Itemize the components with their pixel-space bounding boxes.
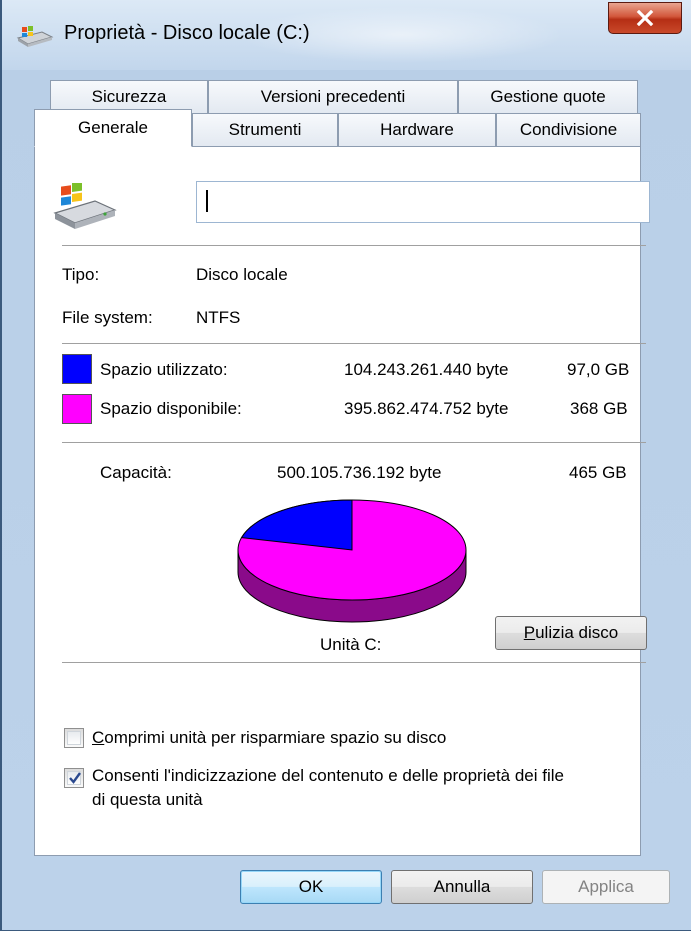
cancel-button[interactable]: Annulla [391,870,533,904]
drive-name-input[interactable] [196,181,650,223]
button-label: OK [298,877,324,896]
capacity-label: Capacità: [100,463,172,482]
apply-button[interactable]: Applica [542,870,670,904]
tab-label: Hardware [380,120,454,139]
free-space-size: 368 GB [570,399,628,418]
tab-label: Strumenti [228,120,302,139]
used-space-size: 97,0 GB [567,360,630,379]
text-caret [206,190,208,212]
tab-strumenti[interactable]: Strumenti [192,113,338,146]
divider [62,442,646,443]
disk-cleanup-button[interactable]: Pulizia disco [495,616,647,650]
tab-label: Gestione quote [490,87,606,106]
divider [62,662,646,663]
free-space-swatch [62,394,92,424]
capacity-size: 465 GB [569,463,627,482]
index-label-line2[interactable]: di questa unità [92,790,203,810]
drive-icon [16,26,54,47]
checkbox-box [67,771,81,785]
used-space-label: Spazio utilizzato: [100,360,228,379]
index-checkbox[interactable] [64,768,84,788]
compress-label[interactable]: Comprimi unità per risparmiare spazio su… [92,728,446,748]
drive-letter-label: Unità C: [320,635,382,654]
drive-icon [53,183,117,229]
tab-generale[interactable]: Generale [34,109,192,147]
tab-label: Condivisione [519,120,618,139]
used-space-swatch [62,354,92,384]
tab-hardware[interactable]: Hardware [338,113,496,146]
tab-label: Sicurezza [91,87,167,106]
free-space-bytes: 395.862.474.752 byte [344,399,509,418]
title-bar[interactable]: Proprietà - Disco locale (C:) [2,0,691,70]
used-space-bytes: 104.243.261.440 byte [344,360,509,379]
tab-versioni-precedenti[interactable]: Versioni precedenti [208,80,458,113]
file-system-label: File system: [62,308,153,327]
checkmark-icon [69,772,81,784]
index-label-line1[interactable]: Consenti l'indicizzazione del contenuto … [92,766,564,786]
button-label: Annulla [433,877,491,896]
free-space-label: Spazio disponibile: [100,399,242,418]
compress-checkbox[interactable] [64,728,84,748]
disk-usage-pie-chart [237,499,467,623]
checkbox-box [67,731,81,745]
button-label: Applica [578,877,634,896]
tab-gestione-quote[interactable]: Gestione quote [458,80,638,113]
type-label: Tipo: [62,265,100,284]
tab-label: Versioni precedenti [260,87,406,106]
type-value: Disco locale [196,265,288,284]
properties-window: Proprietà - Disco locale (C:) Sicurezza … [0,0,691,931]
close-button[interactable] [608,2,682,34]
tab-condivisione[interactable]: Condivisione [496,113,641,146]
ok-button[interactable]: OK [240,870,382,904]
tab-label: Generale [78,118,148,137]
file-system-value: NTFS [196,308,241,327]
close-icon [636,10,654,26]
divider [62,343,646,344]
divider [62,245,646,246]
capacity-bytes: 500.105.736.192 byte [277,463,442,482]
window-title: Proprietà - Disco locale (C:) [64,22,310,44]
button-label: Pulizia disco [523,623,619,642]
